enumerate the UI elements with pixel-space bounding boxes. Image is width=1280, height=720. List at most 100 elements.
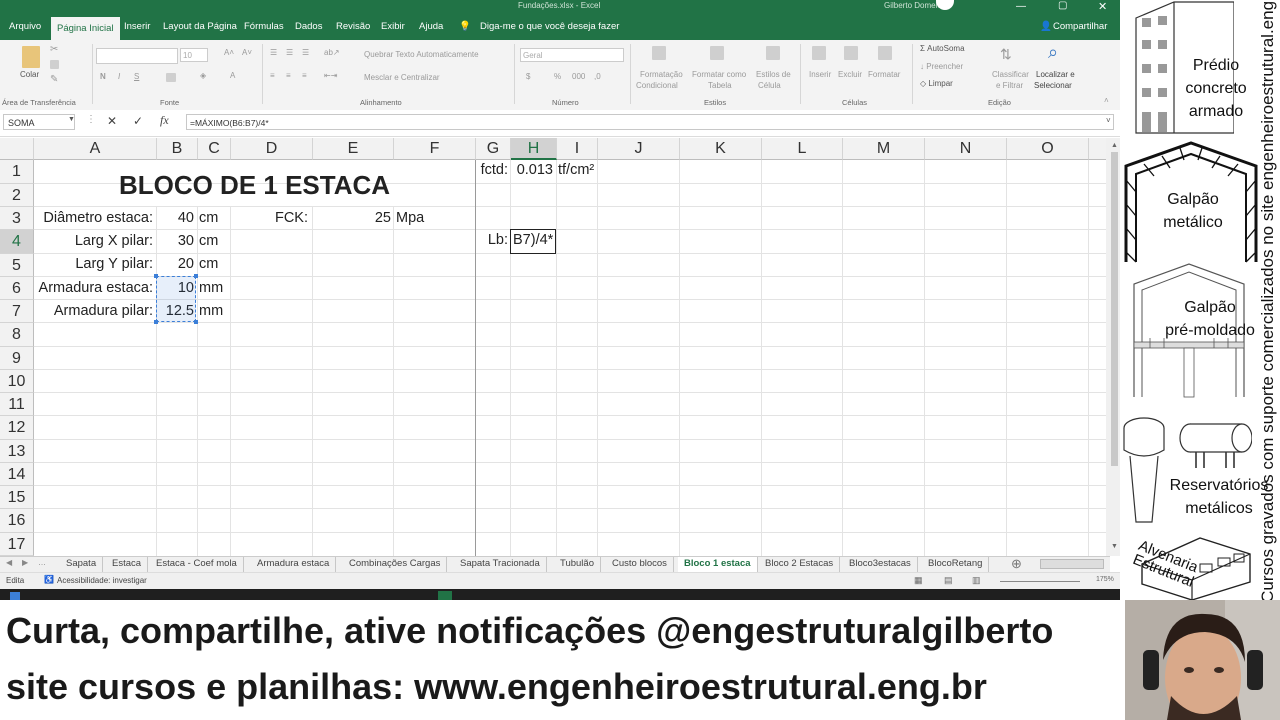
column-header[interactable]: F	[394, 138, 476, 160]
cut-icon[interactable]: ✂	[50, 44, 58, 55]
sort-filter-icon[interactable]: ⇅	[1000, 46, 1012, 63]
row-header[interactable]: 17	[0, 533, 34, 556]
sheet-tab[interactable]: Sapata Tracionada	[454, 557, 547, 572]
cell-h1[interactable]: 0.013	[511, 159, 553, 182]
sheet-tab[interactable]: Bloco3estacas	[843, 557, 918, 572]
cell-styles-label-1[interactable]: Estilos de	[756, 70, 791, 79]
cell-a4[interactable]: Larg X pilar:	[34, 230, 153, 253]
column-header[interactable]: G	[476, 138, 511, 160]
column-header[interactable]: O	[1007, 138, 1089, 160]
row-header[interactable]: 7	[0, 300, 34, 323]
sheet-tab[interactable]: Bloco 2 Estacas	[759, 557, 841, 572]
tab-exibir[interactable]: Exibir	[381, 21, 405, 32]
row-header[interactable]: 3	[0, 207, 34, 230]
cell-b4[interactable]: 30	[157, 230, 194, 253]
range-handle[interactable]	[154, 274, 158, 278]
tell-me-search[interactable]: Diga-me o que você deseja fazer	[480, 21, 619, 32]
restore-icon[interactable]: ▢	[1058, 0, 1067, 11]
normal-view-icon[interactable]: ▦	[914, 575, 923, 586]
font-color-icon[interactable]: A	[230, 71, 235, 80]
accessibility-status[interactable]: Acessibilidade: investigar	[57, 576, 147, 585]
percent-icon[interactable]: %	[554, 72, 561, 81]
cell-g4[interactable]: Lb:	[476, 229, 508, 252]
sheet-tab[interactable]: Custo blocos	[606, 557, 674, 572]
insert-function-icon[interactable]: fx	[160, 113, 169, 128]
range-handle[interactable]	[194, 320, 198, 324]
paste-button[interactable]: Colar	[20, 70, 39, 79]
cell-h4-editing[interactable]: B7)/4*	[513, 229, 553, 252]
horizontal-scrollbar[interactable]	[1040, 559, 1104, 569]
merge-center-button[interactable]: Mesclar e Centralizar	[364, 73, 440, 82]
sheet-tab[interactable]: Armadura estaca	[251, 557, 337, 572]
format-cells-icon[interactable]	[878, 46, 892, 60]
expand-formula-icon[interactable]: ˅	[1106, 116, 1111, 125]
tab-layout[interactable]: Layout da Página	[163, 21, 237, 32]
delete-cells-icon[interactable]	[844, 46, 858, 60]
row-header-selected[interactable]: 4	[0, 230, 34, 254]
copy-icon[interactable]	[50, 60, 59, 69]
row-header[interactable]: 10	[0, 370, 34, 393]
cell-c4[interactable]: cm	[199, 230, 218, 253]
share-button[interactable]: Compartilhar	[1053, 21, 1107, 32]
cell-c7[interactable]: mm	[199, 300, 223, 323]
fill-color-icon[interactable]: ◈	[200, 71, 206, 80]
align-middle-icon[interactable]: ☰	[286, 48, 293, 57]
column-header[interactable]: L	[762, 138, 843, 160]
accessibility-icon[interactable]: ♿	[44, 575, 54, 584]
row-header[interactable]: 6	[0, 277, 34, 300]
sheet-tab[interactable]: Estaca	[106, 557, 149, 572]
scroll-down-icon[interactable]: ▼	[1111, 543, 1118, 550]
zoom-slider[interactable]	[1000, 581, 1080, 582]
column-header[interactable]: A	[34, 138, 157, 160]
tab-ajuda[interactable]: Ajuda	[419, 21, 443, 32]
cell-c5[interactable]: cm	[199, 253, 218, 276]
comma-icon[interactable]: 000	[572, 72, 585, 81]
row-header[interactable]: 13	[0, 440, 34, 463]
page-break-icon[interactable]: ▥	[972, 575, 981, 586]
cell-d3[interactable]: FCK:	[231, 207, 308, 230]
cell-a3[interactable]: Diâmetro estaca:	[34, 207, 153, 230]
cell-i1[interactable]: tf/cm²	[558, 159, 594, 182]
range-handle[interactable]	[194, 274, 198, 278]
collapse-ribbon-icon[interactable]: ˄	[1104, 96, 1109, 105]
borders-icon[interactable]	[166, 73, 176, 82]
row-header[interactable]: 9	[0, 347, 34, 370]
find-select-label-2[interactable]: Selecionar	[1034, 81, 1072, 90]
align-top-icon[interactable]: ☰	[270, 48, 277, 57]
cell-e3[interactable]: 25	[313, 207, 391, 230]
excel-taskbar-icon[interactable]	[438, 591, 452, 600]
cell-c3[interactable]: cm	[199, 207, 218, 230]
start-icon[interactable]	[10, 592, 20, 600]
indent-icon[interactable]: ⇤⇥	[324, 71, 337, 80]
row-header[interactable]: 8	[0, 323, 34, 347]
formula-bar-handle-icon[interactable]: ⋮	[86, 114, 96, 125]
row-header[interactable]: 16	[0, 509, 34, 533]
find-select-label-1[interactable]: Localizar e	[1036, 70, 1075, 79]
column-header[interactable]: I	[557, 138, 598, 160]
bold-icon[interactable]: N	[100, 72, 106, 81]
format-painter-icon[interactable]: ✎	[50, 74, 58, 85]
cell-f3[interactable]: Mpa	[396, 207, 424, 230]
align-bottom-icon[interactable]: ☰	[302, 48, 309, 57]
search-icon[interactable]: ⌕	[1048, 42, 1058, 63]
align-center-icon[interactable]: ≡	[286, 71, 291, 80]
tab-pagina-inicial[interactable]: Página Inicial	[51, 17, 120, 40]
tab-dados[interactable]: Dados	[295, 21, 322, 32]
delete-cells-button[interactable]: Excluir	[838, 70, 862, 79]
add-sheet-icon[interactable]: ⊕	[1011, 556, 1022, 572]
row-header[interactable]: 15	[0, 486, 34, 509]
conditional-format-label-2[interactable]: Condicional	[636, 81, 678, 90]
row-header[interactable]: 5	[0, 254, 34, 277]
cell-b5[interactable]: 20	[157, 253, 194, 276]
column-header[interactable]: D	[231, 138, 313, 160]
italic-icon[interactable]: I	[118, 72, 120, 81]
minimize-icon[interactable]: —	[1016, 1, 1026, 12]
conditional-format-icon[interactable]	[652, 46, 666, 60]
column-header[interactable]: C	[198, 138, 231, 160]
decimal-icon[interactable]: ,0	[594, 72, 601, 81]
sort-filter-label-2[interactable]: e Filtrar	[996, 81, 1023, 90]
row-header[interactable]: 11	[0, 393, 34, 416]
close-icon[interactable]: ✕	[1098, 0, 1107, 13]
cell-styles-icon[interactable]	[766, 46, 780, 60]
sheet-tab[interactable]: Sapata	[60, 557, 104, 572]
